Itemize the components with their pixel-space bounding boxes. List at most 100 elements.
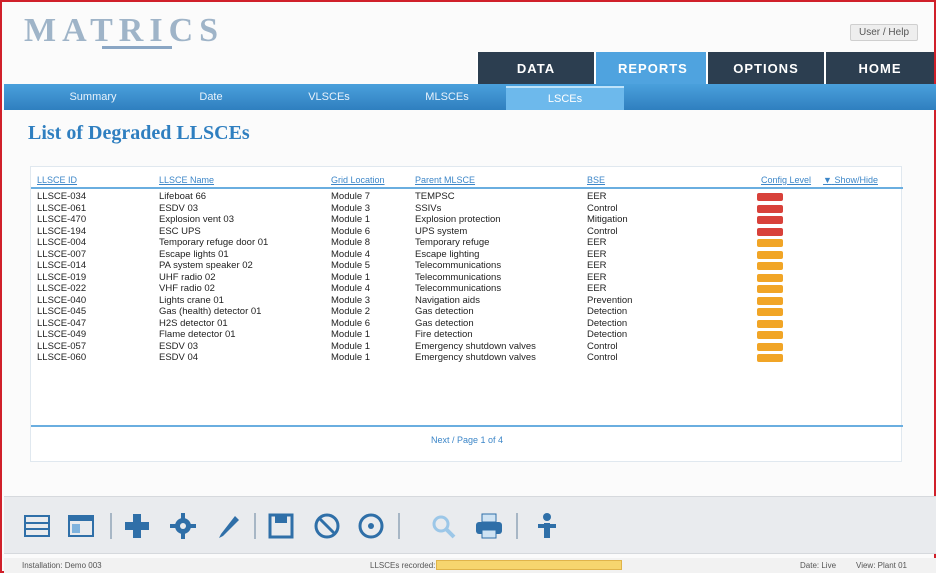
cell-name: ESDV 03 (159, 202, 199, 214)
cell-bse: Prevention (587, 294, 633, 306)
cell-parent: Emergency shutdown valves (415, 340, 536, 352)
show-hide-label: Show/Hide (834, 175, 878, 185)
cell-parent: Telecommunications (415, 283, 502, 294)
add-icon[interactable] (122, 511, 152, 541)
table-row[interactable]: LLSCE-057 ESDV 03 Module 1 Emergency shutdo… (31, 341, 903, 353)
table-row[interactable]: LLSCE-014 PA system speaker 02 Module 5 Tel… (31, 260, 903, 272)
table-row[interactable]: LLSCE-022 VHF radio 02 Module 4 Telecommuni… (31, 283, 903, 295)
col-header-parent[interactable]: Parent MLSCE (415, 175, 475, 185)
cell-name: ESDV 04 (159, 352, 199, 363)
cancel-icon[interactable] (312, 511, 342, 541)
table-row[interactable]: LLSCE-034 Lifeboat 66 Module 7 TEMPSC EER (31, 191, 903, 203)
cell-bse: Control (587, 225, 618, 237)
table-row[interactable]: LLSCE-040 Lights crane 01 Module 3 Navigati… (31, 295, 903, 307)
table-row[interactable]: LLSCE-045 Gas (health) detector 01 Module … (31, 306, 903, 318)
cell-bse: EER (587, 260, 607, 271)
cell-id: LLSCE-040 (37, 294, 87, 306)
toolbar-separator (110, 513, 112, 539)
user-button[interactable]: User / Help (849, 24, 918, 41)
cell-location: Module 6 (331, 225, 371, 237)
table-row[interactable]: LLSCE-470 Explosion vent 03 Module 1 Explos… (31, 214, 903, 226)
table-row[interactable]: LLSCE-004 Temporary refuge door 01 Module … (31, 237, 903, 249)
settings-icon[interactable] (168, 511, 198, 541)
cell-location: Module 4 (331, 283, 371, 294)
tab-data[interactable]: DATA (476, 52, 594, 84)
cell-parent: Telecommunications (415, 260, 502, 271)
cell-parent: Escape lighting (415, 248, 480, 260)
col-header-location[interactable]: Grid Location (331, 175, 385, 185)
cell-name: UHF radio 02 (159, 271, 216, 283)
cell-id: LLSCE-057 (37, 340, 87, 352)
tab-home[interactable]: HOME (824, 52, 934, 84)
col-header-bse[interactable]: BSE (587, 175, 605, 185)
search-icon[interactable] (428, 511, 458, 541)
cell-name: PA system speaker 02 (159, 260, 253, 271)
cell-bse: EER (587, 248, 607, 260)
print-icon[interactable] (474, 511, 504, 541)
cell-parent: Gas detection (415, 317, 474, 329)
table-row[interactable]: LLSCE-194 ESC UPS Module 6 UPS system Contro… (31, 226, 903, 238)
cell-location: Module 1 (331, 352, 371, 363)
cell-name: Flame detector 01 (159, 329, 236, 340)
cell-parent: Temporary refuge (415, 237, 490, 248)
cell-bse: Control (587, 352, 618, 363)
table-row[interactable]: LLSCE-047 H2S detector 01 Module 6 Gas dete… (31, 318, 903, 330)
cell-bse: Control (587, 202, 618, 214)
toolbar-separator (516, 513, 518, 539)
status-bar: Installation: Demo 003 LLSCEs recorded: … (4, 558, 936, 573)
degraded-llsce-table: LLSCE ID LLSCE Name Grid Location Parent… (30, 166, 903, 462)
cell-id: LLSCE-049 (37, 329, 87, 340)
table-row[interactable]: LLSCE-061 ESDV 03 Module 3 SSIVs Control (31, 203, 903, 215)
status-indicator (757, 296, 783, 305)
status-indicator (757, 319, 783, 328)
status-indicator (757, 193, 783, 201)
save-icon[interactable] (266, 511, 296, 541)
cell-id: LLSCE-019 (37, 271, 87, 283)
table-row[interactable]: LLSCE-060 ESDV 04 Module 1 Emergency shutdo… (31, 352, 903, 364)
table-row[interactable]: LLSCE-019 UHF radio 02 Module 1 Telecommuni… (31, 272, 903, 284)
cell-location: Module 8 (331, 237, 371, 248)
cell-id: LLSCE-014 (37, 260, 87, 271)
pager-link[interactable]: Next / Page 1 of 4 (431, 435, 503, 445)
col-header-id[interactable]: LLSCE ID (37, 175, 77, 185)
cell-location: Module 4 (331, 248, 371, 260)
col-header-name[interactable]: LLSCE Name (159, 175, 214, 185)
toolbar-separator (254, 513, 256, 539)
tab-options[interactable]: OPTIONS (706, 52, 824, 84)
cell-location: Module 2 (331, 306, 371, 317)
subtab-mlsces[interactable]: MLSCEs (388, 86, 506, 110)
col-header-show-hide[interactable]: ▼ Show/Hide (823, 175, 878, 185)
status-indicator (757, 285, 783, 293)
status-indicator (757, 273, 783, 282)
table-row[interactable]: LLSCE-007 Escape lights 01 Module 4 Escape … (31, 249, 903, 261)
cell-bse: Detection (587, 329, 628, 340)
col-header-config-level[interactable]: Config Level (761, 175, 811, 185)
help-icon[interactable] (532, 511, 562, 541)
subtab-date[interactable]: Date (152, 86, 270, 110)
cell-location: Module 5 (331, 260, 371, 271)
bottom-toolbar (4, 496, 936, 554)
status-indicator (757, 342, 783, 351)
subtab-summary[interactable]: Summary (34, 86, 152, 110)
list-icon[interactable] (22, 511, 52, 541)
status-date: Date: Live (800, 561, 837, 570)
cell-parent: Fire detection (415, 329, 473, 340)
tab-reports[interactable]: REPORTS (594, 52, 706, 84)
status-indicator (757, 308, 783, 316)
cell-name: Escape lights 01 (159, 248, 229, 260)
edit-icon[interactable] (214, 511, 244, 541)
cell-bse: EER (587, 283, 607, 294)
window-icon[interactable] (66, 511, 96, 541)
logo-underline (102, 46, 172, 49)
subtab-lsces[interactable]: LSCEs (506, 86, 624, 110)
table-row[interactable]: LLSCE-049 Flame detector 01 Module 1 Fire d… (31, 329, 903, 341)
status-indicator (757, 227, 783, 236)
refresh-icon[interactable] (356, 511, 386, 541)
subtab-vlsces[interactable]: VLSCEs (270, 86, 388, 110)
sub-nav: Summary Date VLSCEs MLSCEs LSCEs (4, 84, 936, 110)
status-installation: Installation: Demo 003 (22, 561, 102, 570)
cell-name: Temporary refuge door 01 (159, 237, 269, 248)
cell-parent: UPS system (415, 225, 468, 237)
matrics-logo: MATRICS (24, 12, 225, 49)
status-indicator (757, 204, 783, 213)
